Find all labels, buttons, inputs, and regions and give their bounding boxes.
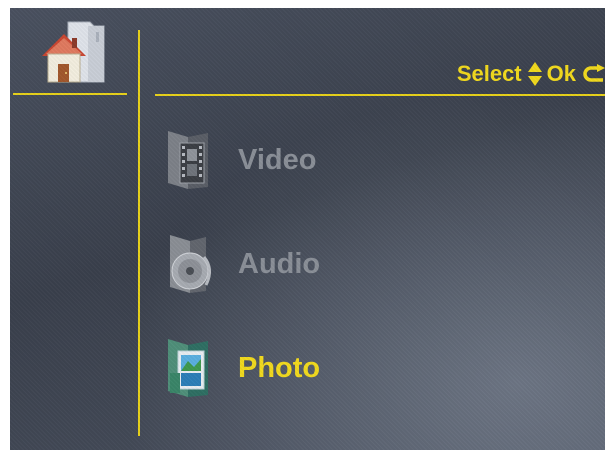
media-menu-screen: Select Ok Video Audio Photo: [10, 8, 605, 450]
menu-item-label: Photo: [238, 351, 321, 384]
vertical-divider: [138, 30, 140, 436]
return-arrow-icon: [581, 64, 605, 84]
home-folder-icon[interactable]: [38, 16, 110, 88]
film-reel-icon: [168, 131, 208, 189]
photo-frame-icon: [168, 339, 208, 397]
menu-item-audio[interactable]: Audio: [160, 224, 480, 304]
left-horizontal-divider: [13, 93, 127, 95]
menu-item-photo[interactable]: Photo: [160, 328, 480, 408]
menu-item-label: Video: [238, 143, 317, 176]
menu-item-video[interactable]: Video: [160, 120, 480, 200]
ok-hint-label: Ok: [546, 61, 576, 86]
hint-bar: Select Ok: [457, 60, 605, 88]
cd-disc-icon: [170, 235, 211, 293]
menu-item-label: Audio: [238, 247, 321, 280]
up-down-arrows-icon: [527, 61, 543, 87]
top-horizontal-divider: [155, 94, 605, 96]
select-hint-label: Select: [456, 61, 522, 86]
